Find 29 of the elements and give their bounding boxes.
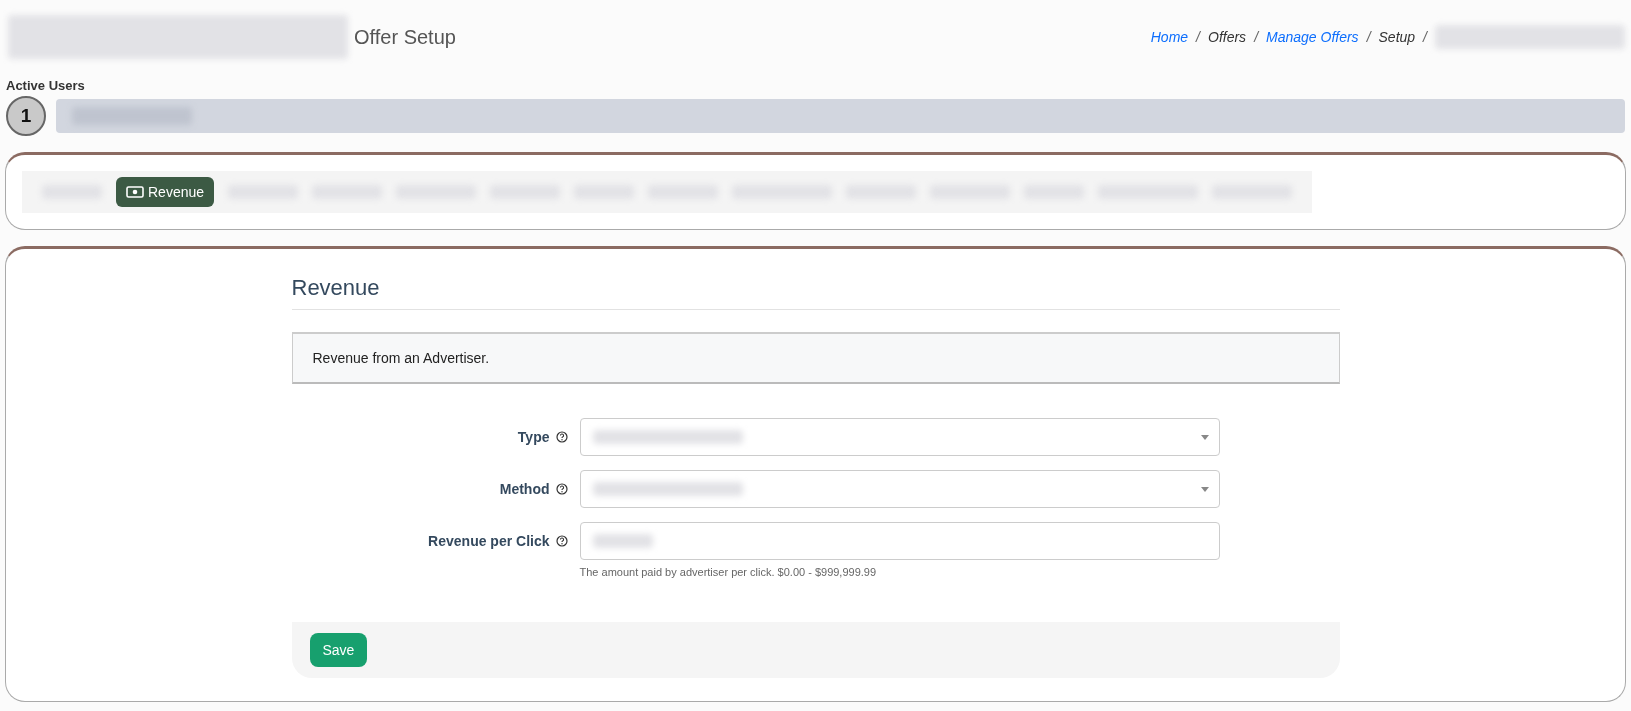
save-button[interactable]: Save	[309, 633, 368, 667]
help-icon[interactable]	[555, 431, 568, 443]
breadcrumb-separator: /	[1196, 29, 1200, 45]
field-label: Type	[517, 429, 550, 445]
revenue-tab[interactable]: Revenue	[116, 177, 215, 207]
help-text: The amount paid by advertiser per click. $0.00 - $999,999.99	[579, 566, 878, 578]
user-count-badge: 1	[6, 96, 46, 136]
help-icon[interactable]	[555, 535, 568, 547]
page-title: Offer Setup	[354, 25, 456, 49]
info-box: Revenue from an Advertiser.	[291, 332, 1340, 384]
select-field[interactable]	[579, 470, 1220, 508]
select-field[interactable]	[579, 418, 1220, 456]
help-icon[interactable]	[555, 483, 568, 495]
breadcrumb-item: Offers	[1208, 29, 1247, 45]
active-users-label: Active Users	[5, 77, 86, 93]
section-title: Revenue	[291, 275, 1340, 310]
redacted-value	[592, 534, 653, 548]
field-label: Revenue per Click	[428, 533, 550, 549]
breadcrumb-link[interactable]: Manage Offers	[1266, 29, 1359, 45]
breadcrumb-separator: /	[1254, 29, 1258, 45]
breadcrumb-separator: /	[1423, 29, 1427, 45]
caret-icon	[1200, 486, 1209, 492]
caret-icon	[1200, 434, 1209, 440]
input-field[interactable]	[579, 522, 1220, 560]
breadcrumb-item: Setup	[1378, 29, 1416, 45]
breadcrumb-separator: /	[1366, 29, 1371, 45]
field-label: Method	[499, 481, 550, 497]
banknote-icon	[126, 186, 144, 198]
breadcrumb-link[interactable]: Home	[1150, 29, 1189, 45]
